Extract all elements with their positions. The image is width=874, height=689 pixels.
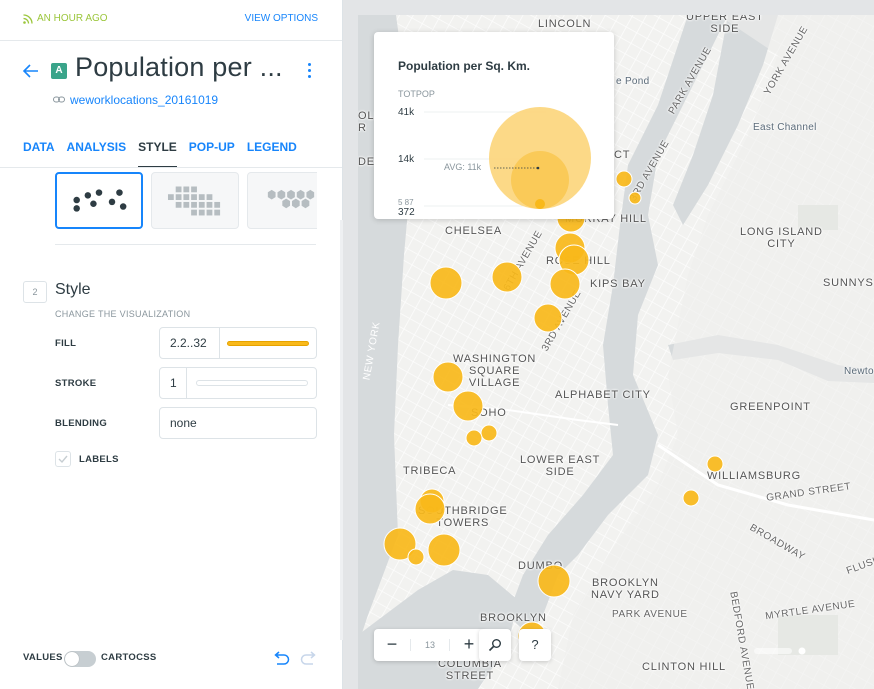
builder-app: AN HOUR AGO VIEW OPTIONS A Population pe… <box>0 0 874 689</box>
divider <box>219 328 220 358</box>
cartocss-toggle[interactable] <box>64 651 96 667</box>
divider <box>55 244 316 245</box>
publish-status: AN HOUR AGO <box>23 13 108 24</box>
bubble-legend: Population per Sq. Km. TOTPOP 41k 14k 5 … <box>374 32 614 219</box>
tab-popup[interactable]: POP-UP <box>189 140 235 168</box>
map-attribution[interactable] <box>754 645 814 657</box>
location-bubble <box>628 191 642 205</box>
location-bubble <box>480 424 498 442</box>
check-icon <box>58 455 68 464</box>
tab-legend[interactable]: LEGEND <box>247 140 297 168</box>
divider <box>186 368 187 398</box>
legend-bubbles <box>424 107 591 209</box>
stroke-color-swatch[interactable] <box>196 380 308 386</box>
step-number: 2 <box>23 281 47 303</box>
hexbins-icon <box>267 189 315 209</box>
labels-checkbox[interactable] <box>55 451 71 467</box>
blending-value[interactable]: none <box>170 416 197 430</box>
location-bubble <box>706 455 724 473</box>
search-button[interactable] <box>479 629 511 661</box>
divider <box>0 40 342 41</box>
publish-status-text: AN HOUR AGO <box>37 13 108 24</box>
location-bubble <box>465 429 483 447</box>
cartocss-mode-label: CARTOCSS <box>101 652 157 663</box>
layer-letter-badge: A <box>51 63 67 79</box>
hexbins-aggregation-option[interactable] <box>247 172 317 229</box>
dataset-link[interactable]: weworklocations_20161019 <box>70 93 218 107</box>
location-bubble <box>615 170 633 188</box>
fill-label: FILL <box>55 338 77 349</box>
location-bubble <box>427 533 461 567</box>
style-section-subtitle: CHANGE THE VISUALIZATION <box>55 309 191 319</box>
location-bubble <box>682 489 700 507</box>
fill-control[interactable]: 2.2..32 <box>159 327 317 359</box>
zoom-control: − 13 + <box>374 629 485 661</box>
location-bubble <box>414 493 446 525</box>
layer-title[interactable]: Population per ... <box>75 52 283 83</box>
dataset-link-icon <box>53 96 65 103</box>
blending-select[interactable]: none <box>159 407 317 439</box>
points-icon <box>73 189 127 212</box>
squares-aggregation-option[interactable] <box>151 172 239 229</box>
location-bubble <box>491 261 523 293</box>
location-bubble <box>533 303 563 333</box>
aggregation-type-selector <box>55 172 317 229</box>
location-bubble <box>537 564 571 598</box>
points-aggregation-option[interactable] <box>55 172 143 229</box>
fill-color-swatch[interactable] <box>227 341 309 346</box>
stroke-width-value[interactable]: 1 <box>170 376 177 390</box>
stroke-label: STROKE <box>55 378 97 389</box>
values-mode-label: VALUES <box>23 652 63 663</box>
squares-grid-icon <box>167 186 221 216</box>
tab-style[interactable]: STYLE <box>138 140 177 168</box>
help-button[interactable]: ? <box>519 629 551 661</box>
layer-tabs: DATA ANALYSIS STYLE POP-UP LEGEND <box>23 140 309 168</box>
zoom-level: 13 <box>410 639 450 651</box>
panel-topbar: AN HOUR AGO VIEW OPTIONS <box>23 13 318 27</box>
layer-editor-panel: AN HOUR AGO VIEW OPTIONS A Population pe… <box>0 0 343 689</box>
divider <box>0 167 342 168</box>
location-bubble <box>452 390 484 422</box>
rss-icon <box>23 13 33 24</box>
location-bubble <box>407 548 425 566</box>
view-options-link[interactable]: VIEW OPTIONS <box>245 13 318 24</box>
blending-label: BLENDING <box>55 418 108 429</box>
zoom-out-button[interactable]: − <box>376 629 408 661</box>
map-canvas[interactable]: LINCOLN UPPER EAST SIDE PARK AVENUE YORK… <box>358 15 874 689</box>
redo-icon[interactable] <box>299 650 319 668</box>
tab-analysis[interactable]: ANALYSIS <box>67 140 127 168</box>
search-icon <box>488 639 501 652</box>
tab-data[interactable]: DATA <box>23 140 55 168</box>
stroke-control[interactable]: 1 <box>159 367 317 399</box>
layer-options-menu-icon[interactable] <box>303 61 315 79</box>
location-bubble <box>432 361 464 393</box>
location-bubble <box>429 266 463 300</box>
fill-size-value[interactable]: 2.2..32 <box>170 336 207 350</box>
undo-icon[interactable] <box>271 650 291 668</box>
location-bubble <box>549 268 581 300</box>
labels-checkbox-label: LABELS <box>79 454 119 465</box>
back-arrow-icon[interactable] <box>21 61 41 81</box>
style-section-title: Style <box>55 281 91 298</box>
map-area: LINCOLN UPPER EAST SIDE PARK AVENUE YORK… <box>343 0 874 689</box>
